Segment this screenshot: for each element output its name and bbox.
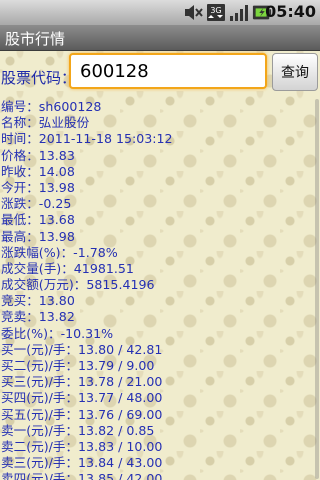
info-row-open: 今开：13.98 — [1, 179, 75, 195]
status-icons: 3G — [183, 3, 272, 22]
info-row-volume: 成交量(手)：41981.51 — [1, 260, 134, 276]
info-row-buy-2: 买二(元)/手：13.79 / 9.00 — [1, 358, 155, 373]
info-row-order-ratio: 委比(%)：-10.31% — [1, 325, 114, 341]
info-row-sell-3: 卖三(元)/手：13.84 / 43.00 — [1, 455, 163, 471]
info-row-low: 最低：13.68 — [1, 212, 75, 228]
info-row-buy-5: 买五(元)/手：13.76 / 69.00 — [1, 406, 163, 422]
app-title: 股市行情 — [5, 30, 66, 48]
info-row-bid: 竞买：13.80 — [1, 293, 75, 309]
info-row-sell-4: 卖四(元)/手：13.85 / 42.00 — [1, 471, 163, 480]
search-row: 股票代码： 查询 — [0, 51, 320, 97]
title-bar: 股市行情 — [0, 25, 320, 51]
stock-code-input[interactable] — [69, 53, 267, 89]
info-row-price: 价格：13.83 — [1, 147, 75, 163]
info-row-name: 名称：弘业股份 — [1, 115, 90, 131]
info-row-buy-4: 买四(元)/手：13.77 / 48.00 — [1, 390, 163, 406]
scrollbar[interactable] — [315, 99, 319, 479]
stock-content: 股票代码： 查询 编号：sh600128 名称：弘业股份 时间：2011-11-… — [0, 51, 320, 480]
mute-icon — [183, 3, 203, 22]
info-row-code: 编号：sh600128 — [1, 99, 102, 114]
status-time: 05:40 — [265, 2, 316, 21]
info-row-high: 最高：13.98 — [1, 228, 75, 244]
stock-info-list: 编号：sh600128 名称：弘业股份 时间：2011-11-18 15:03:… — [1, 99, 314, 480]
status-bar: 3G 05:40 — [0, 0, 320, 25]
info-row-buy-3: 买三(元)/手：13.78 / 21.00 — [1, 374, 163, 390]
info-row-prev-close: 昨收：14.08 — [1, 163, 75, 179]
signal-icon — [229, 3, 249, 22]
3g-icon: 3G — [206, 3, 226, 22]
info-row-sell-2: 卖二(元)/手：13.83 / 10.00 — [1, 438, 163, 454]
info-row-change: 涨跌：-0.25 — [1, 196, 72, 212]
info-row-change-pct: 涨跌幅(%)：-1.78% — [1, 244, 118, 260]
info-row-turnover: 成交额(万元)：5815.4196 — [1, 277, 155, 293]
svg-text:3G: 3G — [210, 6, 221, 15]
info-row-buy-1: 买一(元)/手：13.80 / 42.81 — [1, 341, 163, 357]
info-row-time: 时间：2011-11-18 15:03:12 — [1, 131, 173, 147]
info-row-sell-1: 卖一(元)/手：13.82 / 0.85 — [1, 422, 155, 438]
stock-code-label: 股票代码： — [1, 69, 77, 87]
info-row-ask: 竞卖：13.82 — [1, 309, 75, 325]
query-button[interactable]: 查询 — [272, 53, 318, 91]
